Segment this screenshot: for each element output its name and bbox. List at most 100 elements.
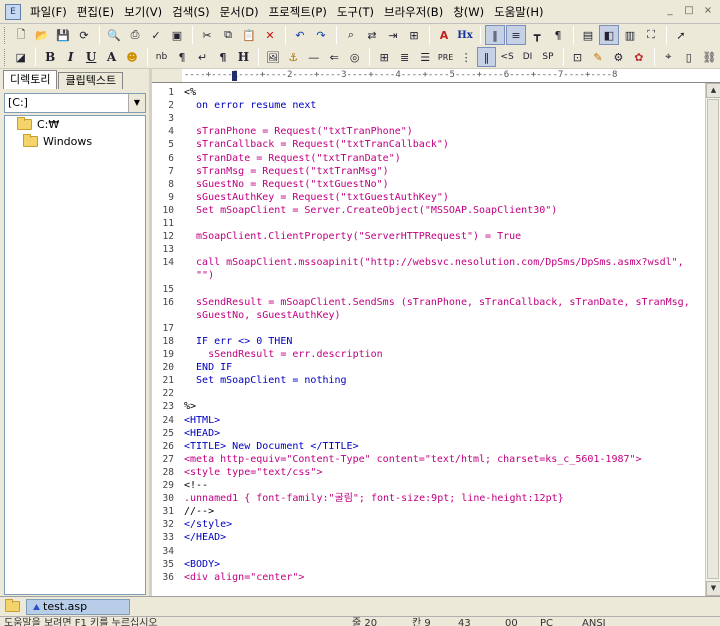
code-line[interactable]: 19 sSendResult = err.description (152, 348, 705, 361)
comment-icon[interactable]: ⇐ (325, 47, 344, 67)
drive-select[interactable]: [C:] ▼ (4, 93, 146, 113)
tag-edit-icon[interactable]: ⌖ (659, 47, 678, 67)
tag-s-button[interactable]: <S (497, 47, 516, 67)
code-line[interactable]: 36 <div align="center"> (152, 571, 705, 584)
code-line[interactable]: 23 %> (152, 400, 705, 413)
print-preview-icon[interactable]: 🔍 (104, 25, 124, 45)
code-line[interactable]: "") (152, 269, 705, 282)
code-line[interactable]: 16 sSendResult = mSoapClient.SendSms (sT… (152, 296, 705, 309)
style-icon[interactable]: ✿ (629, 47, 648, 67)
code-line[interactable]: 14 call mSoapClient.mssoapinit("http://w… (152, 256, 705, 269)
column-mode-icon[interactable]: ‖ (485, 25, 505, 45)
code-line[interactable]: 34 (152, 545, 705, 558)
code-line[interactable]: 13 (152, 243, 705, 256)
code-line[interactable]: 30 .unnamed1 { font-family:"굴림"; font-siz… (152, 492, 705, 505)
vertical-scrollbar[interactable]: ▲ ▼ (705, 83, 720, 596)
script-icon[interactable]: ⚙ (609, 47, 628, 67)
menu-view[interactable]: 보기(V) (119, 1, 167, 23)
menu-help[interactable]: 도움말(H) (489, 1, 548, 23)
tag-sp-button[interactable]: SP (538, 47, 557, 67)
scroll-down-icon[interactable]: ▼ (706, 581, 720, 596)
undo-icon[interactable]: ↶ (290, 25, 310, 45)
new-file-icon[interactable]: 🗋 (11, 25, 31, 45)
code-line[interactable]: 2 on error resume next (152, 99, 705, 112)
save-all-icon[interactable]: ⟳ (74, 25, 94, 45)
restore-button[interactable]: □ (681, 5, 697, 19)
menu-edit[interactable]: 편집(E) (72, 1, 119, 23)
heading-icon[interactable]: ¶ (213, 47, 232, 67)
print-icon[interactable]: ⎙ (125, 25, 145, 45)
menu-file[interactable]: 파일(F) (25, 1, 72, 23)
menu-browser[interactable]: 브라우저(B) (379, 1, 448, 23)
code-line[interactable]: 24 <HTML> (152, 414, 705, 427)
menu-tools[interactable]: 도구(T) (332, 1, 379, 23)
code-line[interactable]: 7 sTranMsg = Request("txtTranMsg") (152, 165, 705, 178)
tree-item-windows[interactable]: Windows (5, 133, 145, 150)
code-line[interactable]: 21 Set mSoapClient = nothing (152, 374, 705, 387)
minimize-button[interactable]: _ (662, 5, 678, 19)
color-icon[interactable]: ☻ (122, 47, 141, 67)
menu-search[interactable]: 검색(S) (167, 1, 214, 23)
line-numbers-icon[interactable]: ≡ (506, 25, 526, 45)
replace-icon[interactable]: ⇄ (362, 25, 382, 45)
hx-button[interactable]: Hx (455, 25, 475, 45)
find-icon[interactable]: ⌕ (341, 25, 361, 45)
file-panel-icon[interactable]: ▤ (578, 25, 598, 45)
code-line[interactable]: 5 sTranCallback = Request("txtTranCallba… (152, 138, 705, 151)
hr-icon[interactable]: — (304, 47, 323, 67)
ruler-icon[interactable]: ┳ (527, 25, 547, 45)
underline-button[interactable]: U (81, 47, 100, 67)
code-line[interactable]: 3 (152, 112, 705, 125)
close-button[interactable]: × (700, 5, 716, 19)
clip-panel-icon[interactable]: ◧ (599, 25, 619, 45)
toolbar-grip[interactable] (4, 48, 7, 66)
menu-window[interactable]: 창(W) (448, 1, 489, 23)
open-folder-icon[interactable]: 📂 (32, 25, 52, 45)
code-line[interactable]: 17 (152, 322, 705, 335)
link-icon[interactable]: ⛓ (700, 47, 719, 67)
code-line[interactable]: 25 <HEAD> (152, 427, 705, 440)
chevron-down-icon[interactable]: ▼ (128, 94, 145, 112)
code-line[interactable]: 31 //--> (152, 505, 705, 518)
pre-icon[interactable]: PRE (436, 47, 455, 67)
vertical-mode-icon[interactable]: ‖ (476, 47, 497, 67)
paragraph-icon[interactable]: ¶ (172, 47, 191, 67)
code-line[interactable]: 4 sTranPhone = Request("txtTranPhone") (152, 125, 705, 138)
tab-cliptext[interactable]: 클립텍스트 (58, 72, 124, 89)
code-line[interactable]: 9 sGuestAuthKey = Request("txtGuestAuthK… (152, 191, 705, 204)
code-line[interactable]: 27 <meta http-equiv="Content-Type" conten… (152, 453, 705, 466)
quickstart-icon[interactable]: ◪ (11, 47, 30, 67)
goto-icon[interactable]: ⇥ (383, 25, 403, 45)
code-line[interactable]: 11 (152, 217, 705, 230)
code-line[interactable]: 35 <BODY> (152, 558, 705, 571)
code-line[interactable]: 8 sGuestNo = Request("txtGuestNo") (152, 178, 705, 191)
scroll-up-icon[interactable]: ▲ (706, 83, 720, 98)
italic-button[interactable]: I (61, 47, 80, 67)
code-line[interactable]: 12 mSoapClient.ClientProperty("ServerHTT… (152, 230, 705, 243)
code-line[interactable]: 28 <style type="text/css"> (152, 466, 705, 479)
doc-tab-active[interactable]: test.asp (26, 599, 130, 615)
code-line[interactable]: 22 (152, 387, 705, 400)
save-icon[interactable]: 💾 (53, 25, 73, 45)
word-wrap-icon[interactable]: A (434, 25, 454, 45)
image-icon[interactable]: 🖼 (263, 47, 282, 67)
code-line[interactable]: 29 <!-- (152, 479, 705, 492)
doc-icon[interactable]: ▯ (679, 47, 698, 67)
tree-item-root[interactable]: C:₩ (5, 116, 145, 133)
find-in-files-icon[interactable]: ⊞ (404, 25, 424, 45)
code-editor[interactable]: 1 <% 2 on error resume next 3 4 sTranPhone =… (152, 83, 705, 596)
code-line[interactable]: 6 sTranDate = Request("txtTranDate") (152, 152, 705, 165)
scroll-thumb[interactable] (707, 99, 719, 579)
cut-icon[interactable]: ✂ (197, 25, 217, 45)
redo-icon[interactable]: ↷ (311, 25, 331, 45)
break-icon[interactable]: ↵ (193, 47, 212, 67)
code-line[interactable]: sGuestNo, sGuestAuthKey) (152, 309, 705, 322)
code-line[interactable]: 1 <% (152, 86, 705, 99)
tag-di-button[interactable]: DI (518, 47, 537, 67)
browser-icon[interactable]: ▣ (167, 25, 187, 45)
table-icon[interactable]: ⊞ (374, 47, 393, 67)
paste-icon[interactable]: 📋 (239, 25, 259, 45)
mail-icon[interactable]: ◎ (345, 47, 364, 67)
anchor-icon[interactable]: ⚓ (284, 47, 303, 67)
form-icon[interactable]: ⊡ (568, 47, 587, 67)
